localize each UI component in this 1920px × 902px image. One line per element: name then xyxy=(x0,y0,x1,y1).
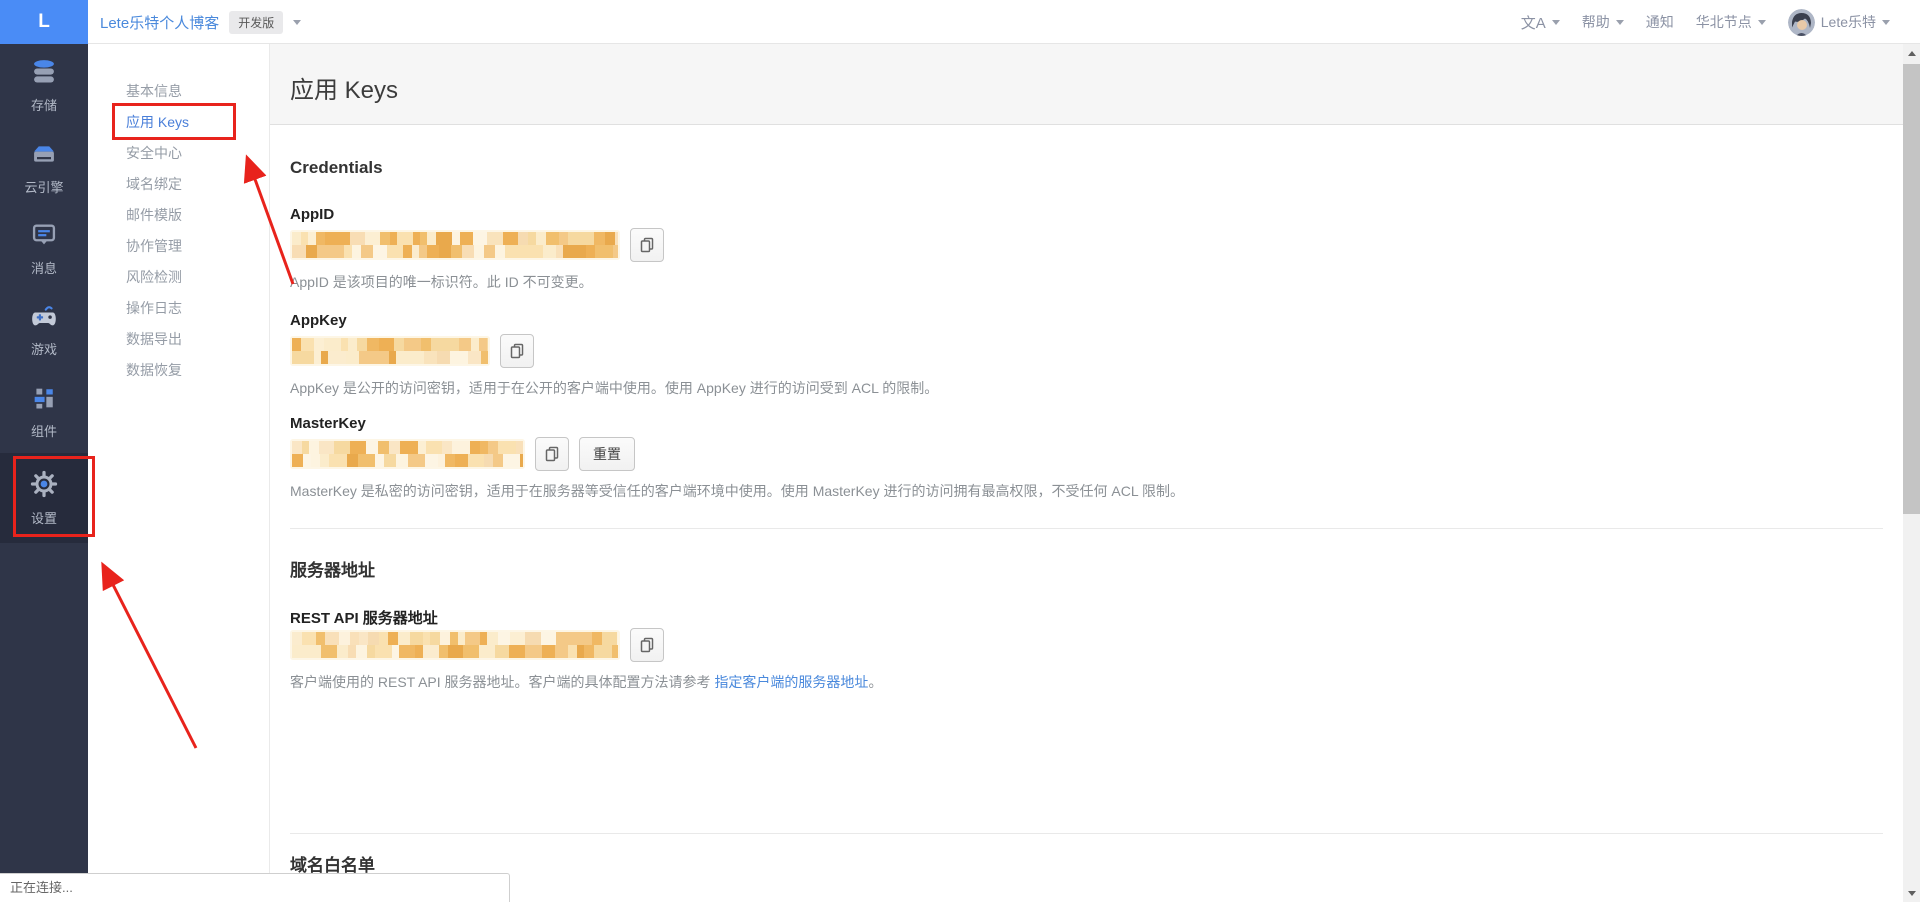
user-menu[interactable]: Lete乐特 xyxy=(1788,9,1890,36)
sidebar-item-storage[interactable]: 存储 xyxy=(0,58,88,114)
scrollbar-thumb[interactable] xyxy=(1903,64,1920,514)
notifications-link[interactable]: 通知 xyxy=(1646,12,1674,32)
masterkey-label: MasterKey xyxy=(290,415,366,432)
appkey-row xyxy=(290,334,534,368)
triangle-up-icon xyxy=(1908,51,1916,56)
sidebar-item-cloud-engine[interactable]: 云引擎 xyxy=(0,140,88,196)
appid-desc: AppID 是该项目的唯一标识符。此 ID 不可变更。 xyxy=(290,272,593,292)
triangle-down-icon xyxy=(1908,891,1916,896)
sidebar-item-messages[interactable]: 消息 xyxy=(0,221,88,277)
browser-status-tooltip: 正在连接... xyxy=(0,873,510,902)
appkey-label: AppKey xyxy=(290,312,347,329)
help-menu[interactable]: 帮助 xyxy=(1582,12,1624,32)
cloud-engine-icon xyxy=(30,140,58,171)
masterkey-reset-button[interactable]: 重置 xyxy=(579,437,635,471)
copy-icon xyxy=(639,237,655,253)
database-icon xyxy=(30,58,58,89)
chevron-down-icon xyxy=(293,20,301,25)
rest-api-row xyxy=(290,628,664,662)
menu-item-basic-info[interactable]: 基本信息 xyxy=(88,76,269,107)
console-page: L Lete乐特个人博客 开发版 文A 帮助 通知 华北节点 xyxy=(0,0,1920,902)
menu-item-data-export[interactable]: 数据导出 xyxy=(88,324,269,355)
top-header: L Lete乐特个人博客 开发版 文A 帮助 通知 华北节点 xyxy=(0,0,1920,44)
chevron-down-icon xyxy=(1552,20,1560,25)
scroll-up-button[interactable] xyxy=(1903,44,1920,62)
copy-button[interactable] xyxy=(535,437,569,471)
appkey-value-censored xyxy=(290,336,490,366)
gear-icon xyxy=(29,469,59,502)
scroll-down-button[interactable] xyxy=(1903,884,1920,902)
menu-item-app-keys[interactable]: 应用 Keys xyxy=(88,107,269,138)
rest-api-label: REST API 服务器地址 xyxy=(290,607,438,628)
chevron-down-icon xyxy=(1882,20,1890,25)
app-name: Lete乐特个人博客 xyxy=(100,12,219,33)
appkey-desc: AppKey 是公开的访问密钥，适用于在公开的客户端中使用。使用 AppKey … xyxy=(290,378,938,398)
copy-button[interactable] xyxy=(630,628,664,662)
server-heading: 服务器地址 xyxy=(290,556,375,581)
sidebar-item-settings[interactable]: 设置 xyxy=(0,453,88,543)
app-switcher[interactable]: Lete乐特个人博客 开发版 xyxy=(100,0,301,44)
copy-icon xyxy=(509,343,525,359)
menu-item-domain-binding[interactable]: 域名绑定 xyxy=(88,169,269,200)
appid-value-censored xyxy=(290,230,620,260)
copy-icon xyxy=(544,446,560,462)
chevron-down-icon xyxy=(1616,20,1624,25)
sidebar-item-games[interactable]: 游戏 xyxy=(0,302,88,358)
app-logo[interactable]: L xyxy=(0,0,88,44)
primary-sidebar: 存储 云引擎 消息 xyxy=(0,44,88,902)
section-divider xyxy=(290,528,1883,529)
rest-api-desc: 客户端使用的 REST API 服务器地址。客户端的具体配置方法请参考 指定客户… xyxy=(290,672,882,692)
credentials-heading: Credentials xyxy=(290,158,383,178)
header-nav: 文A 帮助 通知 华北节点 xyxy=(1521,0,1890,44)
message-icon xyxy=(30,221,58,252)
chevron-down-icon xyxy=(1758,20,1766,25)
masterkey-desc: MasterKey 是私密的访问密钥，适用于在服务器等受信任的客户端环境中使用。… xyxy=(290,481,1184,501)
settings-menu: 基本信息 应用 Keys 安全中心 域名绑定 邮件模版 协作管理 风险检测 操作… xyxy=(88,44,270,902)
menu-item-data-recovery[interactable]: 数据恢复 xyxy=(88,355,269,386)
region-menu[interactable]: 华北节点 xyxy=(1696,12,1766,32)
gamepad-icon xyxy=(30,302,58,333)
language-menu[interactable]: 文A xyxy=(1521,12,1560,33)
appid-row xyxy=(290,228,664,262)
page-title: 应用 Keys xyxy=(290,70,398,105)
main-content: 应用 Keys Credentials AppID AppID 是该项目的唯一标… xyxy=(270,44,1903,902)
rest-api-value-censored xyxy=(290,630,620,660)
copy-button[interactable] xyxy=(500,334,534,368)
copy-button[interactable] xyxy=(630,228,664,262)
components-icon xyxy=(30,384,58,415)
copy-icon xyxy=(639,637,655,653)
section-divider xyxy=(290,833,1883,834)
menu-item-risk-detection[interactable]: 风险检测 xyxy=(88,262,269,293)
server-address-doc-link[interactable]: 指定客户端的服务器地址 xyxy=(714,674,868,690)
menu-item-operation-logs[interactable]: 操作日志 xyxy=(88,293,269,324)
sidebar-item-components[interactable]: 组件 xyxy=(0,384,88,440)
scrollbar xyxy=(1903,44,1920,902)
menu-item-security-center[interactable]: 安全中心 xyxy=(88,138,269,169)
language-icon: 文A xyxy=(1521,12,1546,33)
masterkey-value-censored xyxy=(290,439,525,469)
menu-item-email-templates[interactable]: 邮件模版 xyxy=(88,200,269,231)
masterkey-row: 重置 xyxy=(290,437,635,471)
app-env-badge: 开发版 xyxy=(229,11,283,34)
avatar xyxy=(1788,9,1815,36)
menu-item-collaboration[interactable]: 协作管理 xyxy=(88,231,269,262)
title-band: 应用 Keys xyxy=(270,44,1903,125)
appid-label: AppID xyxy=(290,206,334,223)
